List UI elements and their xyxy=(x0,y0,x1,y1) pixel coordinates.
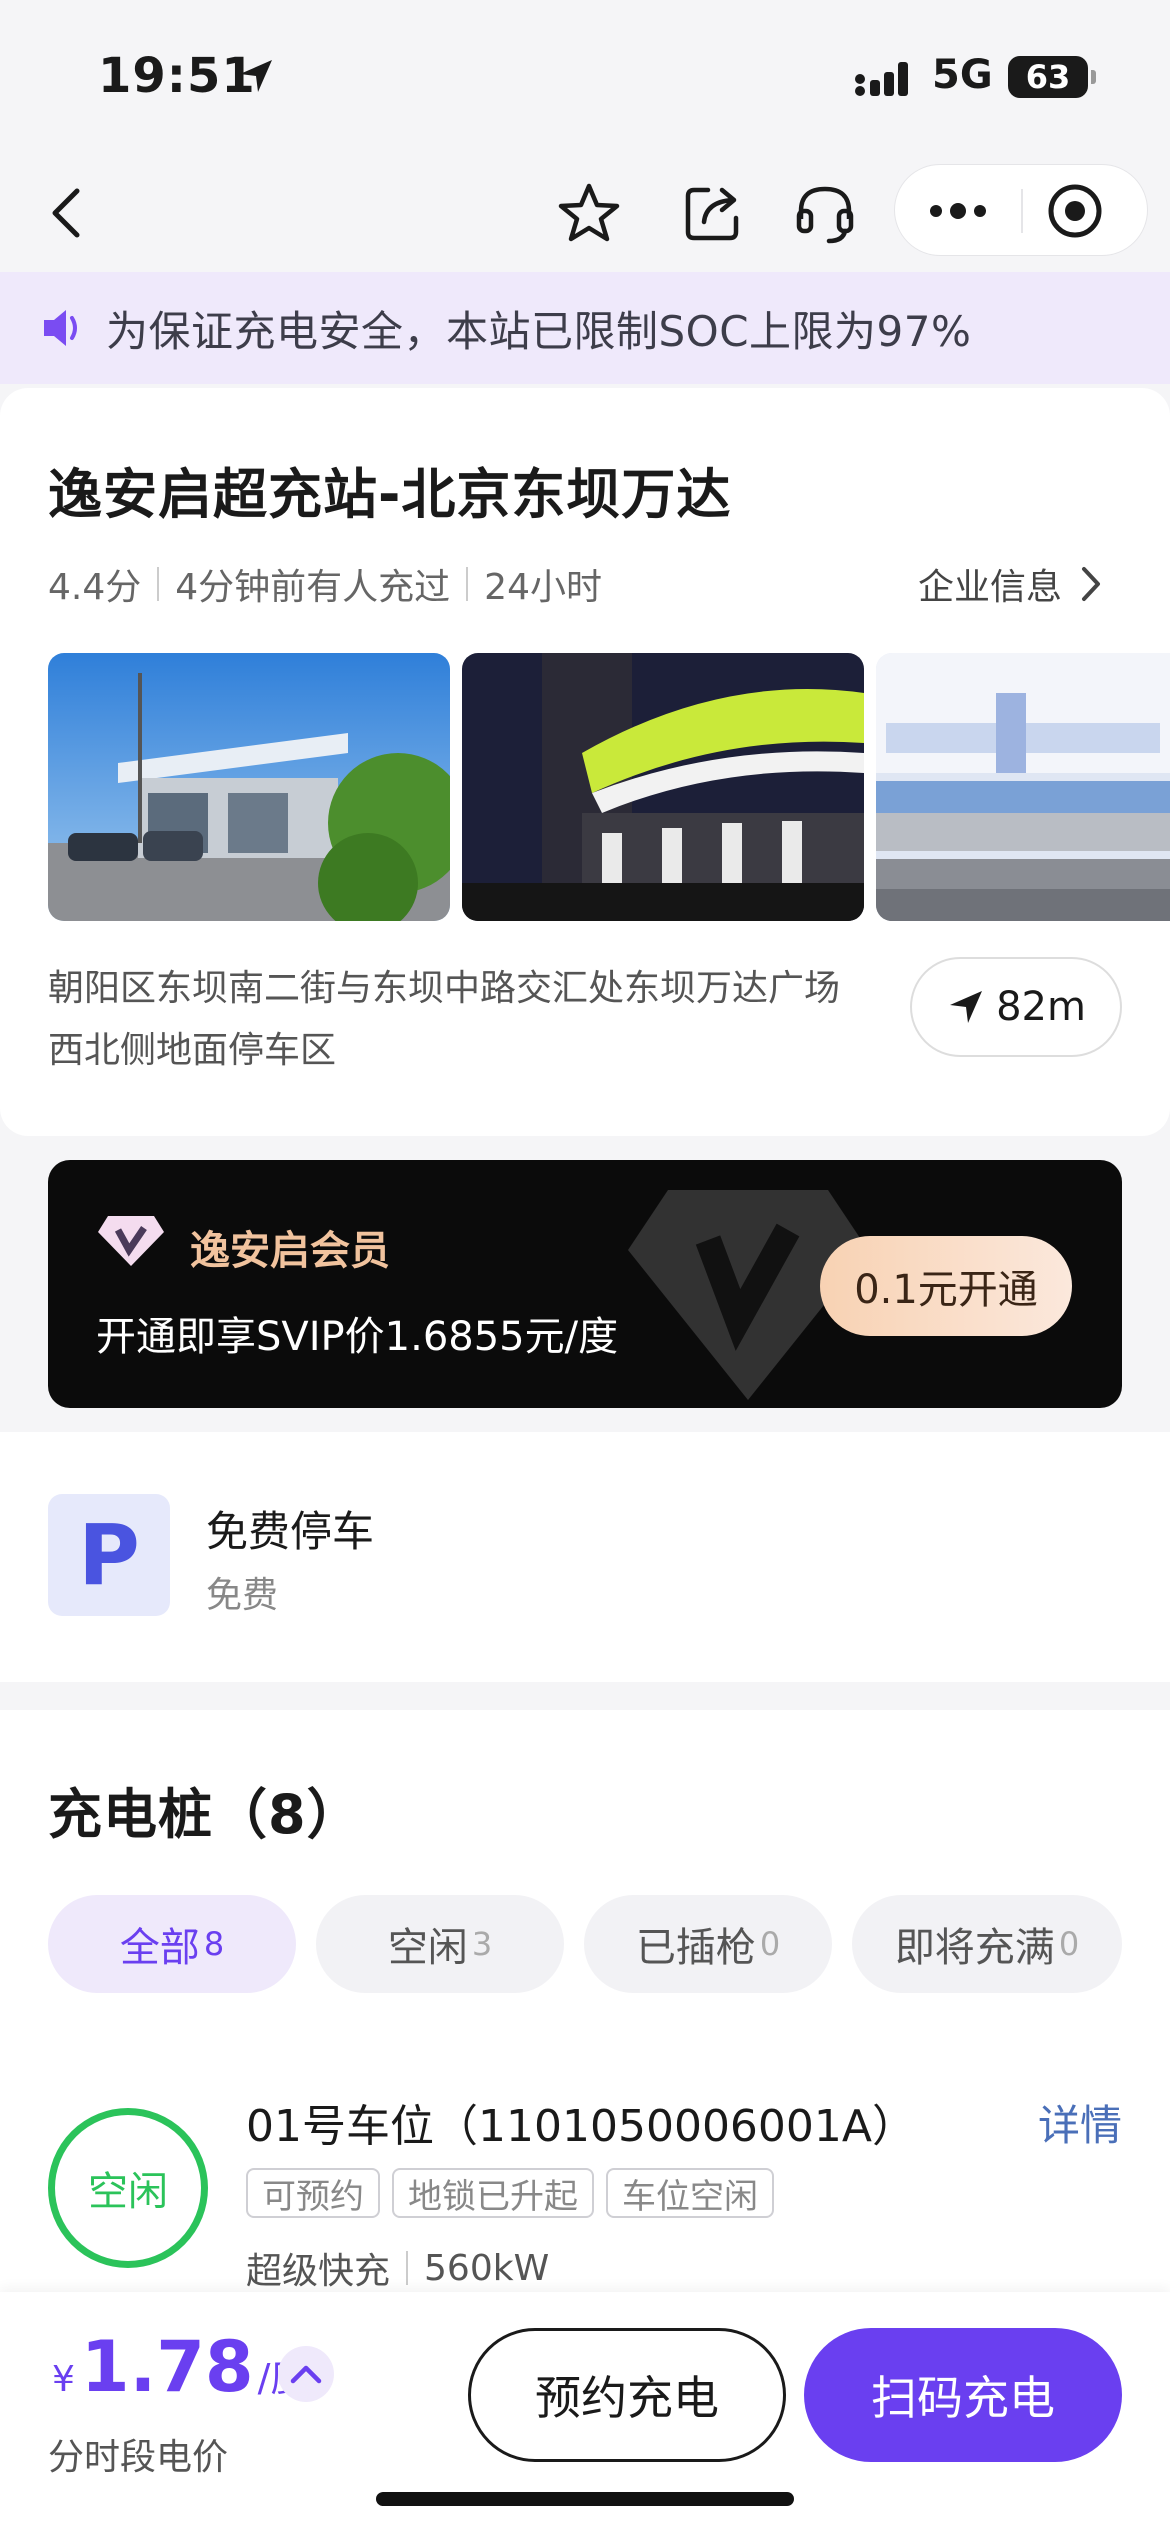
filter-count: 3 xyxy=(471,1925,493,1963)
pile-name: 01号车位（1101050006001A） xyxy=(246,2101,917,2152)
price: ¥ 1.78 /度 xyxy=(52,2326,308,2408)
pile-power: 560kW xyxy=(424,2247,550,2289)
back-icon[interactable] xyxy=(34,180,100,246)
reserve-charge-button[interactable]: 预约充电 xyxy=(468,2328,786,2462)
nav-bar xyxy=(0,150,1170,270)
parking-icon: P xyxy=(48,1494,170,1616)
chevron-right-icon xyxy=(1082,567,1100,601)
member-title: 逸安启会员 xyxy=(190,1228,390,1274)
pile-spec: 超级快充 560kW xyxy=(246,2242,549,2294)
filter-label: 空闲 xyxy=(387,1925,468,1971)
headset-icon[interactable] xyxy=(792,180,858,246)
member-open-button[interactable]: 0.1元开通 xyxy=(820,1236,1072,1336)
rating: 4.4分 xyxy=(48,567,142,608)
currency-symbol: ¥ xyxy=(52,2359,75,2400)
spec-divider xyxy=(406,2251,409,2285)
price-value: 1.78 xyxy=(80,2326,254,2408)
target-icon[interactable] xyxy=(1045,181,1105,241)
station-photo[interactable] xyxy=(462,653,864,921)
home-indicator xyxy=(376,2492,794,2506)
scan-charge-button[interactable]: 扫码充电 xyxy=(804,2328,1122,2462)
filter-all[interactable]: 全部 8 xyxy=(48,1895,296,1993)
corp-info-link[interactable]: 企业信息 xyxy=(918,558,1106,610)
chevron-up-icon[interactable] xyxy=(278,2346,334,2402)
station-name: 逸安启超充站-北京东坝万达 xyxy=(48,463,732,526)
meta-divider xyxy=(466,567,469,601)
clock: 19:51 xyxy=(98,48,256,104)
station-map-photo[interactable] xyxy=(876,653,1170,921)
pile-tag: 车位空闲 xyxy=(606,2168,774,2218)
filter-label: 即将充满 xyxy=(894,1925,1055,1971)
parking-fee: 免费 xyxy=(206,1575,279,1616)
station-address: 朝阳区东坝南二街与东坝中路交汇处东坝万达广场西北侧地面停车区 xyxy=(48,968,841,1071)
price-note: 分时段电价 xyxy=(48,2437,229,2478)
star-icon[interactable] xyxy=(556,180,622,246)
filter-idle[interactable]: 空闲 3 xyxy=(316,1895,564,1993)
more-icon[interactable] xyxy=(923,183,993,239)
opening-hours: 24小时 xyxy=(484,567,602,608)
filter-count: 0 xyxy=(1058,1925,1080,1963)
corp-info-label: 企业信息 xyxy=(917,567,1062,608)
share-icon[interactable] xyxy=(680,180,746,246)
notice-banner: 为保证充电安全，本站已限制SOC上限为97% xyxy=(0,272,1170,384)
section-title: 充电桩（8） xyxy=(48,1783,362,1846)
diamond-icon xyxy=(98,1216,164,1266)
status-bar: 19:51 5G 63 xyxy=(0,0,1170,150)
member-banner[interactable]: 逸安启会员 开通即享SVIP价1.6855元/度 0.1元开通 xyxy=(48,1160,1122,1408)
filter-label: 全部 xyxy=(119,1925,200,1971)
notice-text: 为保证充电安全，本站已限制SOC上限为97% xyxy=(106,306,972,356)
navigate-button[interactable]: 82m xyxy=(910,957,1122,1057)
pile-tag: 可预约 xyxy=(246,2168,380,2218)
last-charged: 4分钟前有人充过 xyxy=(175,567,451,608)
filter-almost-full[interactable]: 即将充满 0 xyxy=(852,1895,1122,1993)
pile-tag: 地锁已升起 xyxy=(392,2168,594,2218)
filter-count: 8 xyxy=(203,1925,225,1963)
distance: 82m xyxy=(996,984,1086,1030)
battery-icon: 63 xyxy=(1008,56,1096,98)
capsule-divider xyxy=(1021,189,1023,233)
location-arrow-icon xyxy=(240,60,272,92)
pile-detail-link[interactable]: 详情 xyxy=(1038,2092,1122,2153)
station-photo[interactable] xyxy=(48,653,450,921)
navigate-arrow-icon xyxy=(950,991,983,1023)
meta-divider xyxy=(157,567,160,601)
station-card: 逸安启超充站-北京东坝万达 4.4分 4分钟前有人充过 24小时 企业信息 朝阳… xyxy=(0,388,1170,1136)
filter-label: 已插枪 xyxy=(635,1925,756,1971)
filter-plugged[interactable]: 已插枪 0 xyxy=(584,1895,832,1993)
parking-title: 免费停车 xyxy=(206,1507,375,1556)
pile-status-badge: 空闲 xyxy=(48,2108,208,2268)
mini-program-capsule xyxy=(894,164,1148,256)
network-type: 5G xyxy=(932,52,993,98)
station-meta: 4.4分 4分钟前有人充过 24小时 xyxy=(48,558,602,610)
pile-type: 超级快充 xyxy=(246,2251,391,2292)
parking-section: P 免费停车 免费 xyxy=(0,1432,1170,1682)
speaker-icon xyxy=(44,310,77,346)
member-description: 开通即享SVIP价1.6855元/度 xyxy=(96,1314,619,1360)
signal-icon xyxy=(855,62,908,96)
filter-count: 0 xyxy=(759,1925,781,1963)
pile-tags: 可预约 地锁已升起 车位空闲 xyxy=(246,2168,774,2218)
